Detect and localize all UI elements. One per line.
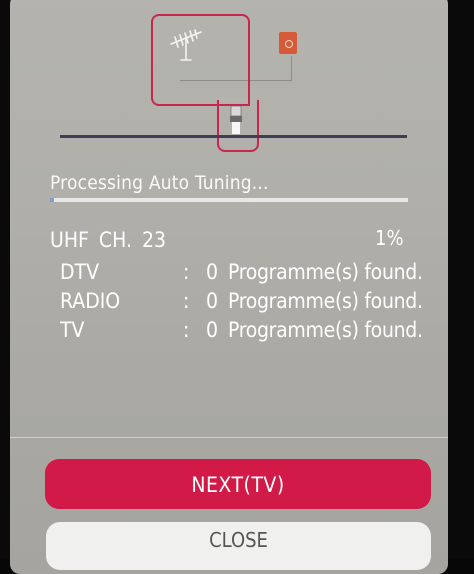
result-type: DTV	[60, 260, 100, 284]
result-count: 0	[206, 260, 219, 284]
result-row-radio: RADIO : 0 Programme(s) found.	[60, 289, 430, 317]
button-divider	[10, 437, 448, 438]
result-colon: :	[183, 260, 190, 284]
result-text: Programme(s) found.	[228, 260, 423, 284]
current-channel: UHF CH. 23	[50, 228, 166, 252]
close-button[interactable]: CLOSE	[46, 522, 431, 570]
progress-percent: 1%	[375, 226, 404, 250]
diagram-baseline	[60, 135, 407, 138]
plug-highlight-frame	[217, 100, 259, 152]
connection-diagram	[10, 0, 448, 164]
result-row-dtv: DTV : 0 Programme(s) found.	[60, 260, 430, 288]
input-port-icon	[279, 32, 297, 54]
connection-line-vertical	[291, 56, 292, 81]
tuning-progress-bar	[50, 198, 408, 202]
result-count: 0	[206, 289, 219, 313]
result-text: Programme(s) found.	[228, 318, 423, 342]
result-colon: :	[183, 289, 190, 313]
next-tv-button[interactable]: NEXT(TV)	[45, 459, 431, 509]
result-count: 0	[206, 318, 219, 342]
antenna-highlight-frame	[151, 14, 250, 106]
result-row-tv: TV : 0 Programme(s) found.	[60, 318, 430, 346]
result-colon: :	[183, 318, 190, 342]
result-type: TV	[60, 318, 85, 342]
result-text: Programme(s) found.	[228, 289, 423, 313]
auto-tuning-dialog: Processing Auto Tuning... UHF CH. 23 1% …	[10, 0, 448, 574]
tv-screen: Processing Auto Tuning... UHF CH. 23 1% …	[0, 0, 474, 574]
tuning-status-title: Processing Auto Tuning...	[50, 172, 269, 194]
result-type: RADIO	[60, 289, 121, 313]
tuning-progress-fill	[50, 198, 54, 202]
